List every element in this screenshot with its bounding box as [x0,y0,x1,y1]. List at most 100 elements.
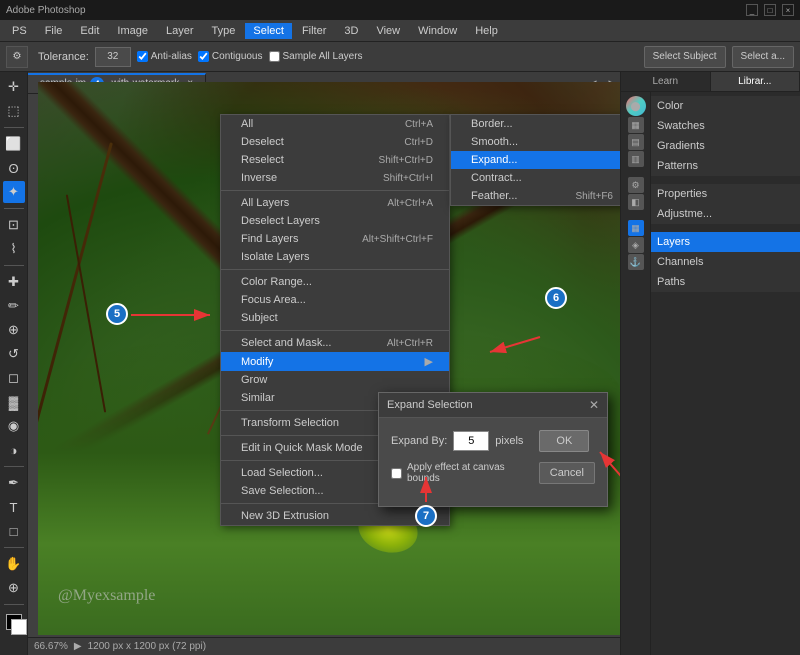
menu-view[interactable]: View [368,23,408,39]
history-brush-tool[interactable]: ↺ [3,343,25,365]
menu-item-color-range[interactable]: Color Range... [221,273,449,291]
menu-window[interactable]: Window [410,23,465,39]
blur-tool[interactable]: ◉ [3,415,25,437]
menu-item-find-layers[interactable]: Find LayersAlt+Shift+Ctrl+F [221,230,449,248]
brush-tool[interactable]: ✏ [3,295,25,317]
menu-type[interactable]: Type [204,23,244,39]
background-color[interactable] [11,619,27,635]
tool-options-icon[interactable]: ⚙ [6,46,28,68]
eyedropper-tool[interactable]: ⌇ [3,238,25,260]
swatches-panel-header[interactable]: Swatches [651,116,800,136]
maximize-btn[interactable]: □ [764,4,776,16]
marquee-tool[interactable]: ⬜ [3,133,25,155]
menu-item-inverse[interactable]: InverseShift+Ctrl+I [221,169,449,187]
shape-tool[interactable]: □ [3,520,25,542]
channels-panel-header[interactable]: Channels [651,252,800,272]
canvas-statusbar: 66.67% ▶ 1200 px x 1200 px (72 ppi) [28,637,620,655]
panel-labels: Color Swatches Gradients Patterns Proper… [651,92,800,655]
menu-layer[interactable]: Layer [158,23,202,39]
menu-item-reselect[interactable]: ReselectShift+Ctrl+D [221,151,449,169]
crop-tool[interactable]: ⊡ [3,214,25,236]
menu-item-select-and-mask[interactable]: Select and Mask...Alt+Ctrl+R [221,334,449,352]
dodge-tool[interactable]: ◑ [3,439,25,461]
dialog-cancel-button[interactable]: Cancel [539,462,595,484]
menu-file[interactable]: File [37,23,71,39]
app-title: Adobe Photoshop [6,5,86,16]
menu-filter[interactable]: Filter [294,23,334,39]
sample-all-check[interactable]: Sample All Layers [269,51,363,62]
menu-item-deselect[interactable]: DeselectCtrl+D [221,133,449,151]
select-and-mask-button[interactable]: Select a... [732,46,794,68]
window-controls[interactable]: _ □ × [746,4,794,16]
swatches-panel-icon[interactable]: ▦ [628,117,644,133]
lasso-tool[interactable]: ʘ [3,157,25,179]
apply-effect-checkbox[interactable] [391,468,402,479]
menu-item-deselect-layers[interactable]: Deselect Layers [221,212,449,230]
menu-divider-1 [221,190,449,191]
properties-panel-header[interactable]: Properties [651,184,800,204]
paths-panel-header[interactable]: Paths [651,272,800,292]
layers-panel-label: Layers [657,236,690,248]
layers-panel-icon[interactable]: ▦ [628,220,644,236]
color-panel-header[interactable]: Color [651,96,800,116]
adjustments-panel-icon[interactable]: ◧ [628,194,644,210]
menu-item-modify[interactable]: Modify▶ [221,352,449,371]
menu-ps[interactable]: PS [4,23,35,39]
patterns-panel-icon[interactable]: ▥ [628,151,644,167]
healing-tool[interactable]: ✚ [3,271,25,293]
menu-item-all[interactable]: AllCtrl+A [221,115,449,133]
contiguous-check[interactable]: Contiguous [198,51,263,62]
paths-panel-icon[interactable]: ⚓ [628,254,644,270]
gradients-panel-icon[interactable]: ▤ [628,134,644,150]
dialog-ok-button[interactable]: OK [539,430,589,452]
menu-help[interactable]: Help [467,23,506,39]
dialog-close-btn[interactable]: ✕ [589,398,599,412]
artboard-tool[interactable]: ⬚ [3,100,25,122]
menu-item-isolate-layers[interactable]: Isolate Layers [221,248,449,266]
magic-wand-tool[interactable]: ✦ [3,181,25,203]
gradients-panel-header[interactable]: Gradients [651,136,800,156]
layers-panel-header[interactable]: Layers [651,232,800,252]
foreground-color[interactable] [6,614,22,630]
move-tool[interactable]: ✛ [3,76,25,98]
expand-by-row: Expand By: pixels OK [391,430,595,452]
hand-tool[interactable]: ✋ [3,553,25,575]
menu-item-grow[interactable]: Grow [221,371,449,389]
zoom-tool[interactable]: ⊕ [3,577,25,599]
expand-selection-dialog: Expand Selection ✕ Expand By: pixels OK … [378,392,608,507]
tools-panel: ✛ ⬚ ⬜ ʘ ✦ ⊡ ⌇ ✚ ✏ ⊕ ↺ ◻ ▓ ◉ ◑ ✒ T □ ✋ ⊕ [0,72,28,655]
menu-3d[interactable]: 3D [336,23,366,39]
anti-alias-check[interactable]: Anti-alias [137,51,192,62]
channels-panel-label: Channels [657,256,703,268]
modify-border[interactable]: Border... [451,115,620,133]
minimize-btn[interactable]: _ [746,4,758,16]
channels-panel-icon[interactable]: ◈ [628,237,644,253]
close-btn[interactable]: × [782,4,794,16]
menu-select[interactable]: Select [245,23,292,39]
modify-contract[interactable]: Contract... [451,169,620,187]
patterns-panel-header[interactable]: Patterns [651,156,800,176]
modify-expand[interactable]: Expand... [451,151,620,169]
tolerance-input[interactable] [95,47,131,67]
color-panel-icon[interactable]: ⬤ [626,96,646,116]
pixels-label: pixels [495,435,523,447]
adjustments-panel-header[interactable]: Adjustme... [651,204,800,224]
tab-learn[interactable]: Learn [621,72,711,91]
expand-by-input[interactable] [453,431,489,451]
stamp-tool[interactable]: ⊕ [3,319,25,341]
menu-item-all-layers[interactable]: All LayersAlt+Ctrl+A [221,194,449,212]
menu-item-subject[interactable]: Subject [221,309,449,327]
eraser-tool[interactable]: ◻ [3,367,25,389]
properties-panel-icon[interactable]: ⚙ [628,177,644,193]
menu-image[interactable]: Image [109,23,156,39]
text-tool[interactable]: T [3,496,25,518]
modify-feather[interactable]: Feather...Shift+F6 [451,187,620,205]
menu-item-focus-area[interactable]: Focus Area... [221,291,449,309]
select-subject-button[interactable]: Select Subject [644,46,726,68]
tab-libraries[interactable]: Librar... [711,72,800,91]
modify-smooth[interactable]: Smooth... [451,133,620,151]
gradients-panel-label: Gradients [657,140,705,152]
menu-edit[interactable]: Edit [72,23,107,39]
pen-tool[interactable]: ✒ [3,472,25,494]
gradient-tool[interactable]: ▓ [3,391,25,413]
